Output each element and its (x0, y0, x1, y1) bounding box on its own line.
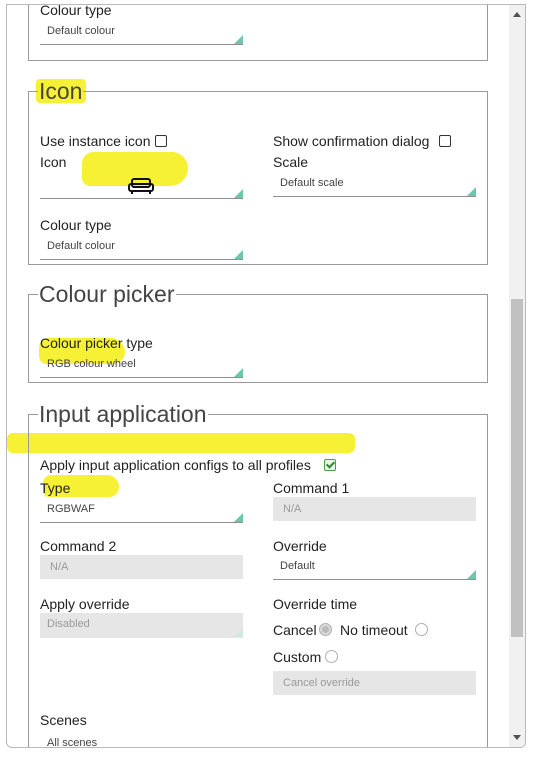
custom-label: Custom (273, 649, 322, 665)
colour-picker-type-label: Colour picker type (40, 335, 153, 351)
colour-picker-type-value: RGB colour wheel (47, 358, 136, 370)
use-instance-icon-label: Use instance icon (40, 133, 151, 149)
colour-type-top-value: Default colour (47, 25, 115, 37)
no-timeout-radio[interactable] (415, 623, 428, 636)
colour-type-top-section: Colour type Default colour (28, 4, 488, 61)
scale-select[interactable]: Default scale (273, 172, 476, 197)
scrollbar-thumb[interactable] (511, 299, 523, 637)
scenes-label: Scenes (40, 712, 87, 728)
override-select[interactable]: Default (273, 555, 476, 580)
type-label: Type (40, 480, 71, 496)
icon-section-title: Icon (39, 78, 83, 104)
apply-override-label: Apply override (40, 596, 130, 612)
apply-all-profiles-label: Apply input application configs to all p… (40, 457, 311, 473)
input-application-section-title: Input application (39, 401, 207, 427)
command2-input[interactable]: N/A (40, 555, 243, 579)
scale-label: Scale (273, 154, 309, 170)
cancel-override-input[interactable]: Cancel override (273, 671, 476, 695)
colour-picker-section: Colour picker Colour picker type RGB col… (28, 281, 488, 383)
override-time-label: Override time (273, 596, 358, 612)
vertical-scrollbar[interactable] (509, 5, 525, 747)
icon-section: Icon Use instance icon Show confirmation… (28, 78, 488, 265)
scenes-value: All scenes (47, 737, 98, 748)
colour-type-top-label: Colour type (40, 4, 112, 18)
icon-colour-type-value: Default colour (47, 240, 115, 252)
command1-label: Command 1 (273, 480, 350, 496)
dropdown-corner-icon (234, 35, 243, 44)
colour-picker-type-select[interactable]: RGB colour wheel (40, 353, 243, 378)
cancel-override-value: Cancel override (283, 677, 361, 689)
dropdown-corner-icon (467, 187, 476, 196)
type-value: RGBWAF (47, 503, 95, 515)
apply-override-select[interactable]: Disabled (40, 613, 243, 638)
command1-input[interactable]: N/A (273, 497, 476, 521)
cancel-label: Cancel (273, 622, 317, 638)
show-confirmation-checkbox[interactable] (439, 135, 451, 147)
override-value: Default (280, 560, 315, 572)
dropdown-corner-icon (234, 747, 243, 748)
colour-type-top-select[interactable]: Default colour (40, 20, 243, 45)
icon-colour-type-label: Colour type (40, 217, 112, 233)
dropdown-corner-icon (234, 628, 243, 637)
command1-value: N/A (283, 503, 302, 515)
icon-colour-type-select[interactable]: Default colour (40, 235, 243, 260)
dropdown-corner-icon (234, 189, 243, 198)
sofa-icon (128, 177, 154, 200)
scale-value: Default scale (280, 177, 344, 189)
dropdown-corner-icon (467, 570, 476, 579)
apply-all-profiles-checkbox[interactable] (324, 459, 336, 471)
type-select[interactable]: RGBWAF (40, 498, 243, 523)
settings-panel: Colour type Default colour Icon Use inst… (6, 4, 526, 748)
dropdown-corner-icon (234, 368, 243, 377)
input-application-section: Input application Apply input applicatio… (28, 401, 488, 748)
command2-value: N/A (50, 561, 69, 573)
use-instance-icon-checkbox[interactable] (155, 135, 167, 147)
show-confirmation-label: Show confirmation dialog (273, 133, 430, 149)
dropdown-corner-icon (234, 513, 243, 522)
scenes-select[interactable]: All scenes (40, 732, 243, 748)
command2-label: Command 2 (40, 538, 117, 554)
colour-picker-section-title: Colour picker (39, 281, 175, 307)
cancel-radio[interactable] (319, 623, 332, 636)
no-timeout-label: No timeout (340, 622, 408, 638)
scroll-up-icon[interactable] (513, 12, 521, 17)
icon-select[interactable] (40, 174, 243, 199)
custom-radio[interactable] (325, 650, 338, 663)
scroll-down-icon[interactable] (513, 735, 521, 740)
icon-label: Icon (40, 154, 67, 170)
apply-override-value: Disabled (47, 618, 90, 630)
dropdown-corner-icon (234, 250, 243, 259)
override-label: Override (273, 538, 327, 554)
